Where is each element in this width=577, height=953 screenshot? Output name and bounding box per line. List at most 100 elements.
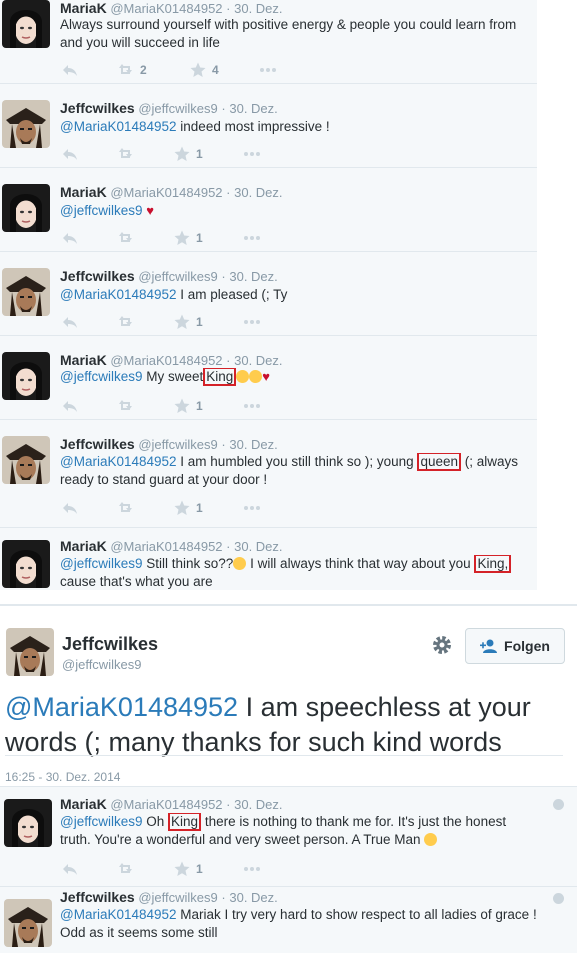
mention-link[interactable]: @MariaK01484952 (60, 907, 177, 922)
tweet-date[interactable]: 30. Dez. (234, 1, 282, 16)
display-name[interactable]: MariaK (60, 184, 107, 200)
tweet-item[interactable]: MariaK @MariaK01484952 · 30. Dez. @jeffc… (0, 528, 537, 590)
tweet-date[interactable]: 30. Dez. (234, 539, 282, 554)
reply-icon[interactable] (62, 398, 78, 414)
user-handle[interactable]: @jeffcwilkes9 (138, 890, 217, 905)
retweet-icon[interactable] (118, 230, 134, 246)
highlight-box: King (168, 813, 202, 831)
tweet-date[interactable]: 30. Dez. (234, 185, 282, 200)
mj-avatar[interactable] (2, 184, 50, 232)
user-handle[interactable]: @MariaK01484952 (110, 797, 222, 812)
retweet-icon[interactable] (118, 314, 134, 330)
more-icon[interactable] (244, 861, 262, 877)
user-handle[interactable]: @jeffcwilkes9 (138, 437, 217, 452)
more-icon[interactable] (260, 62, 278, 78)
retweet-icon[interactable] (118, 861, 134, 877)
retweet-icon[interactable] (118, 500, 134, 516)
tweet-item[interactable]: MariaK @MariaK01484952 · 30. Dez. Always… (0, 0, 537, 84)
mention-link[interactable]: @MariaK01484952 (5, 692, 238, 722)
favorite-count: 1 (196, 231, 203, 245)
tweet-date[interactable]: 30. Dez. (234, 353, 282, 368)
user-handle[interactable]: @jeffcwilkes9 (138, 101, 217, 116)
favorite-button[interactable]: 1 (174, 861, 203, 877)
mention-link[interactable]: @jeffcwilkes9 (60, 556, 142, 571)
mention-link[interactable]: @jeffcwilkes9 (60, 814, 142, 829)
mj-avatar[interactable] (4, 799, 52, 847)
tweet-item[interactable]: Jeffcwilkes @jeffcwilkes9 · 30. Dez. @Ma… (0, 420, 537, 528)
tweet-body: I am humbled you still think so ); young (180, 454, 414, 469)
reply-icon[interactable] (62, 146, 78, 162)
mention-link[interactable]: @MariaK01484952 (60, 287, 177, 302)
tweet-date[interactable]: 30. Dez. (229, 101, 277, 116)
user-handle[interactable]: @MariaK01484952 (110, 539, 222, 554)
mention-link[interactable]: @MariaK01484952 (60, 119, 177, 134)
retweet-icon[interactable] (118, 398, 134, 414)
favorite-button[interactable]: 1 (174, 398, 203, 414)
favorite-button[interactable]: 1 (174, 314, 203, 330)
display-name[interactable]: MariaK (60, 0, 107, 16)
reply-icon[interactable] (62, 314, 78, 330)
display-name[interactable]: MariaK (60, 538, 107, 554)
mj-avatar[interactable] (2, 540, 50, 588)
tweet-body-mid: I will always think that way about you (250, 556, 471, 571)
conversation-dot-icon (553, 799, 564, 810)
display-name[interactable]: Jeffcwilkes (60, 436, 135, 452)
display-name[interactable]: MariaK (60, 796, 107, 812)
reply-icon[interactable] (62, 230, 78, 246)
tweet-item[interactable]: MariaK @MariaK01484952 · 30. Dez. @jeffc… (0, 168, 537, 252)
pirate-avatar[interactable] (2, 436, 50, 484)
display-name[interactable]: Jeffcwilkes (60, 100, 135, 116)
display-name[interactable]: Jeffcwilkes (60, 889, 135, 905)
pirate-avatar[interactable] (4, 899, 52, 947)
user-handle[interactable]: @MariaK01484952 (110, 353, 222, 368)
mention-link[interactable]: @MariaK01484952 (60, 454, 177, 469)
tweet-date[interactable]: 30. Dez. (229, 890, 277, 905)
more-icon[interactable] (244, 146, 262, 162)
tweet-header: MariaK @MariaK01484952 · 30. Dez. (60, 184, 283, 200)
tweet-header: MariaK @MariaK01484952 · 30. Dez. (60, 796, 283, 812)
reply-icon[interactable] (62, 500, 78, 516)
tweet-date[interactable]: 30. Dez. (229, 437, 277, 452)
user-handle[interactable]: @MariaK01484952 (110, 1, 222, 16)
author-handle[interactable]: @jeffcwilkes9 (62, 657, 141, 672)
mention-link[interactable]: @jeffcwilkes9 (60, 203, 142, 218)
mj-avatar[interactable] (2, 352, 50, 400)
reply-icon[interactable] (62, 861, 78, 877)
pirate-avatar[interactable] (2, 100, 50, 148)
display-name[interactable]: MariaK (60, 352, 107, 368)
tweet-item[interactable]: MariaK @MariaK01484952 · 30. Dez. @jeffc… (0, 336, 537, 420)
tweet-timestamp[interactable]: 16:25 - 30. Dez. 2014 (5, 770, 120, 784)
mj-avatar[interactable] (2, 0, 50, 48)
tweet-item[interactable]: Jeffcwilkes @jeffcwilkes9 · 30. Dez. @Ma… (0, 252, 537, 336)
favorite-button[interactable]: 4 (190, 62, 219, 78)
favorite-button[interactable]: 1 (174, 146, 203, 162)
author-name[interactable]: Jeffcwilkes (62, 634, 158, 655)
pirate-avatar[interactable] (6, 628, 54, 676)
user-handle[interactable]: @jeffcwilkes9 (138, 269, 217, 284)
tweet-date[interactable]: 30. Dez. (229, 269, 277, 284)
user-handle[interactable]: @MariaK01484952 (110, 185, 222, 200)
retweet-button[interactable]: 2 (118, 62, 147, 78)
follow-button[interactable]: Folgen (465, 628, 565, 664)
more-icon[interactable] (244, 314, 262, 330)
tweet-body: Oh (146, 814, 165, 829)
tweet-item[interactable]: Jeffcwilkes @jeffcwilkes9 · 30. Dez. @Ma… (0, 84, 537, 168)
star-icon (174, 146, 190, 161)
reply-icon[interactable] (62, 62, 78, 78)
favorite-button[interactable]: 1 (174, 500, 203, 516)
gear-icon[interactable] (431, 634, 453, 661)
more-icon[interactable] (244, 500, 262, 516)
tweet-date[interactable]: 30. Dez. (234, 797, 282, 812)
tweet-header: MariaK @MariaK01484952 · 30. Dez. (60, 352, 283, 368)
display-name[interactable]: Jeffcwilkes (60, 268, 135, 284)
retweet-icon[interactable] (118, 146, 134, 162)
favorite-count: 1 (196, 399, 203, 413)
reply-item[interactable]: MariaK @MariaK01484952 · 30. Dez. @jeffc… (0, 786, 577, 886)
heart-emoji-icon: ♥ (146, 203, 154, 218)
mention-link[interactable]: @jeffcwilkes9 (60, 369, 142, 384)
pirate-avatar[interactable] (2, 268, 50, 316)
favorite-button[interactable]: 1 (174, 230, 203, 246)
more-icon[interactable] (244, 398, 262, 414)
reply-item[interactable]: Jeffcwilkes @jeffcwilkes9 · 30. Dez. @Ma… (0, 886, 577, 953)
more-icon[interactable] (244, 230, 262, 246)
